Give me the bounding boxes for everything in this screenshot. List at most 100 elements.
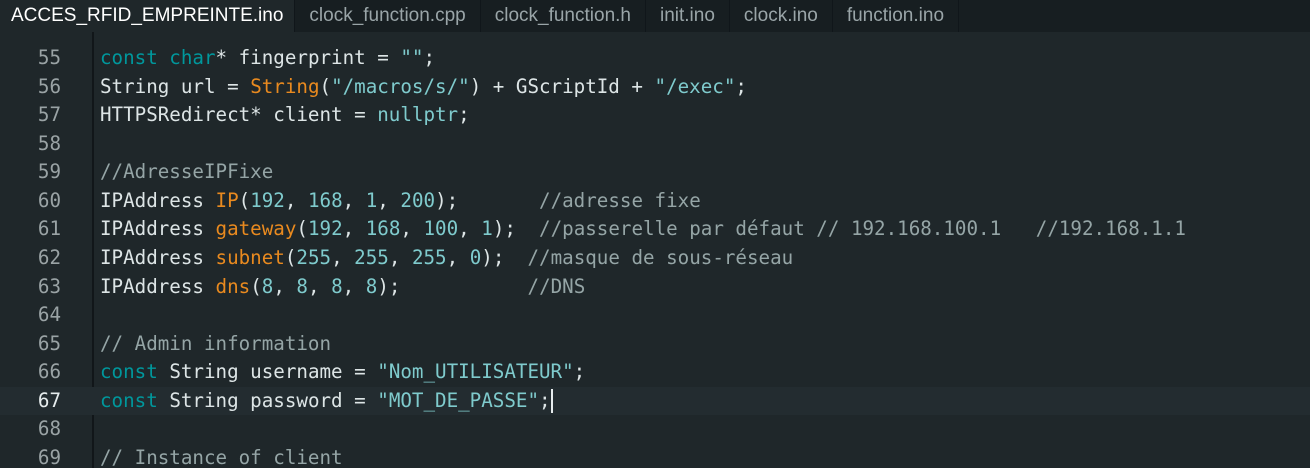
- code-text: IPAddress IP(192, 168, 1, 200); //adress…: [100, 187, 701, 216]
- code-token: (: [284, 245, 297, 269]
- code-line[interactable]: 58: [0, 130, 1310, 159]
- code-line[interactable]: 67 const String password = "MOT_DE_PASSE"…: [0, 386, 1310, 416]
- code-token: ;: [458, 103, 470, 127]
- code-token: IPAddress: [100, 217, 216, 241]
- comment-token: //AdresseIPFixe: [100, 160, 274, 184]
- code-text: IPAddress subnet(255, 255, 255, 0); //ma…: [100, 244, 793, 273]
- code-text: const char* fingerprint = "";: [100, 44, 435, 73]
- code-token: );: [435, 188, 540, 212]
- line-number: 57: [37, 103, 61, 127]
- code-line[interactable]: 56 String url = String("/macros/s/") + GS…: [0, 73, 1310, 102]
- line-number: 60: [37, 188, 61, 212]
- code-line[interactable]: 68: [0, 415, 1310, 444]
- code-text: const String username = "Nom_UTILISATEUR…: [100, 358, 585, 387]
- keyword-token: const char: [100, 46, 216, 69]
- number-token: 8: [331, 274, 343, 298]
- code-token: ,: [284, 188, 308, 212]
- tab-clock-function-h[interactable]: clock_function.h: [481, 0, 646, 32]
- code-token: );: [377, 274, 528, 298]
- code-line[interactable]: 64: [0, 301, 1310, 330]
- code-token: (: [250, 274, 262, 298]
- code-text: String url = String("/macros/s/") + GScr…: [100, 73, 747, 102]
- code-token: ;: [423, 46, 436, 69]
- code-token: IPAddress: [100, 188, 216, 212]
- comment-token: // Admin information: [100, 331, 332, 355]
- number-token: 168: [307, 188, 343, 212]
- line-number: 56: [37, 74, 61, 98]
- code-editor[interactable]: 55 const char* fingerprint = ""; 56 String …: [0, 32, 1310, 468]
- function-token: gateway: [215, 217, 297, 241]
- code-text: // Instance of client: [100, 444, 343, 468]
- comment-token: // Instance of client: [100, 445, 343, 468]
- tab-bar: ACCES_RFID_EMPREINTE.ino clock_function.c…: [0, 0, 1310, 32]
- code-token: ,: [446, 245, 470, 269]
- code-line[interactable]: 69 // Instance of client: [0, 444, 1310, 468]
- code-token: ;: [539, 388, 551, 412]
- line-number: 59: [37, 160, 61, 184]
- tab-init-ino[interactable]: init.ino: [646, 0, 730, 32]
- number-token: 192: [250, 188, 285, 212]
- code-text: //AdresseIPFixe: [100, 158, 273, 187]
- string-token: "/macros/s/": [331, 74, 470, 98]
- tab-clock-ino[interactable]: clock.ino: [730, 0, 833, 32]
- tab-clock-function-cpp[interactable]: clock_function.cpp: [295, 0, 481, 32]
- line-number: 55: [37, 46, 61, 69]
- number-token: 192: [307, 217, 343, 241]
- string-token: "Nom_UTILISATEUR": [377, 360, 574, 384]
- line-number: 63: [37, 274, 61, 298]
- code-line[interactable]: 60 IPAddress IP(192, 168, 1, 200); //adre…: [0, 187, 1310, 216]
- code-token: );: [492, 217, 540, 241]
- number-token: 8: [261, 274, 274, 298]
- function-token: dns: [215, 274, 251, 298]
- comment-token: //passerelle par défaut // 192.168.100.1…: [539, 217, 1186, 241]
- code-token: IPAddress: [100, 274, 216, 298]
- string-token: "MOT_DE_PASSE": [377, 388, 539, 412]
- keyword-token: const: [100, 360, 158, 384]
- code-line[interactable]: 55 const char* fingerprint = "";: [0, 44, 1310, 73]
- number-token: 8: [296, 274, 308, 298]
- tab-function-ino[interactable]: function.ino: [833, 0, 960, 32]
- number-token: 255: [296, 245, 332, 269]
- line-number: 66: [37, 360, 61, 384]
- code-token: (: [238, 188, 251, 212]
- code-token: ,: [342, 274, 366, 298]
- number-token: 255: [411, 245, 447, 269]
- code-token: String username =: [157, 360, 378, 384]
- code-token: IPAddress: [100, 245, 216, 269]
- line-number: 68: [37, 417, 61, 441]
- code-token: (: [296, 217, 308, 241]
- code-line[interactable]: 59 //AdresseIPFixe: [0, 158, 1310, 187]
- code-line[interactable]: 63 IPAddress dns(8, 8, 8, 8); //DNS: [0, 273, 1310, 302]
- string-token: "/exec": [654, 74, 736, 98]
- tab-acces-rfid-empreinte-ino[interactable]: ACCES_RFID_EMPREINTE.ino: [0, 0, 296, 32]
- code-token: ;: [735, 74, 747, 98]
- code-line[interactable]: 62 IPAddress subnet(255, 255, 255, 0); //…: [0, 244, 1310, 273]
- line-number: 58: [37, 131, 61, 155]
- function-token: IP: [215, 188, 239, 212]
- number-token: nullptr: [377, 103, 459, 127]
- code-token: * fingerprint =: [215, 46, 401, 69]
- code-token: ,: [307, 274, 332, 298]
- code-token: ) + GScriptId +: [469, 74, 655, 98]
- code-line[interactable]: 57 HTTPSRedirect* client = nullptr;: [0, 101, 1310, 130]
- code-token: ,: [377, 188, 401, 212]
- line-number: 61: [37, 217, 61, 241]
- line-number: 69: [37, 445, 61, 468]
- code-token: ,: [331, 245, 355, 269]
- code-token: HTTPSRedirect* client =: [100, 103, 378, 127]
- line-number: 64: [37, 303, 61, 327]
- line-number: 65: [37, 331, 61, 355]
- number-token: 0: [469, 245, 482, 269]
- code-text: IPAddress dns(8, 8, 8, 8); //DNS: [100, 273, 585, 302]
- string-token: "": [400, 46, 424, 69]
- code-token: ;: [573, 360, 586, 384]
- number-token: 200: [400, 188, 436, 212]
- code-line[interactable]: 65 // Admin information: [0, 330, 1310, 359]
- code-token: String url =: [100, 74, 251, 98]
- code-line[interactable]: 61 IPAddress gateway(192, 168, 100, 1); /…: [0, 215, 1310, 244]
- comment-token: //DNS: [527, 274, 586, 298]
- code-token: ,: [458, 217, 482, 241]
- code-token: ,: [342, 188, 366, 212]
- code-line[interactable]: 66 const String username = "Nom_UTILISATE…: [0, 358, 1310, 387]
- code-token: ,: [388, 245, 412, 269]
